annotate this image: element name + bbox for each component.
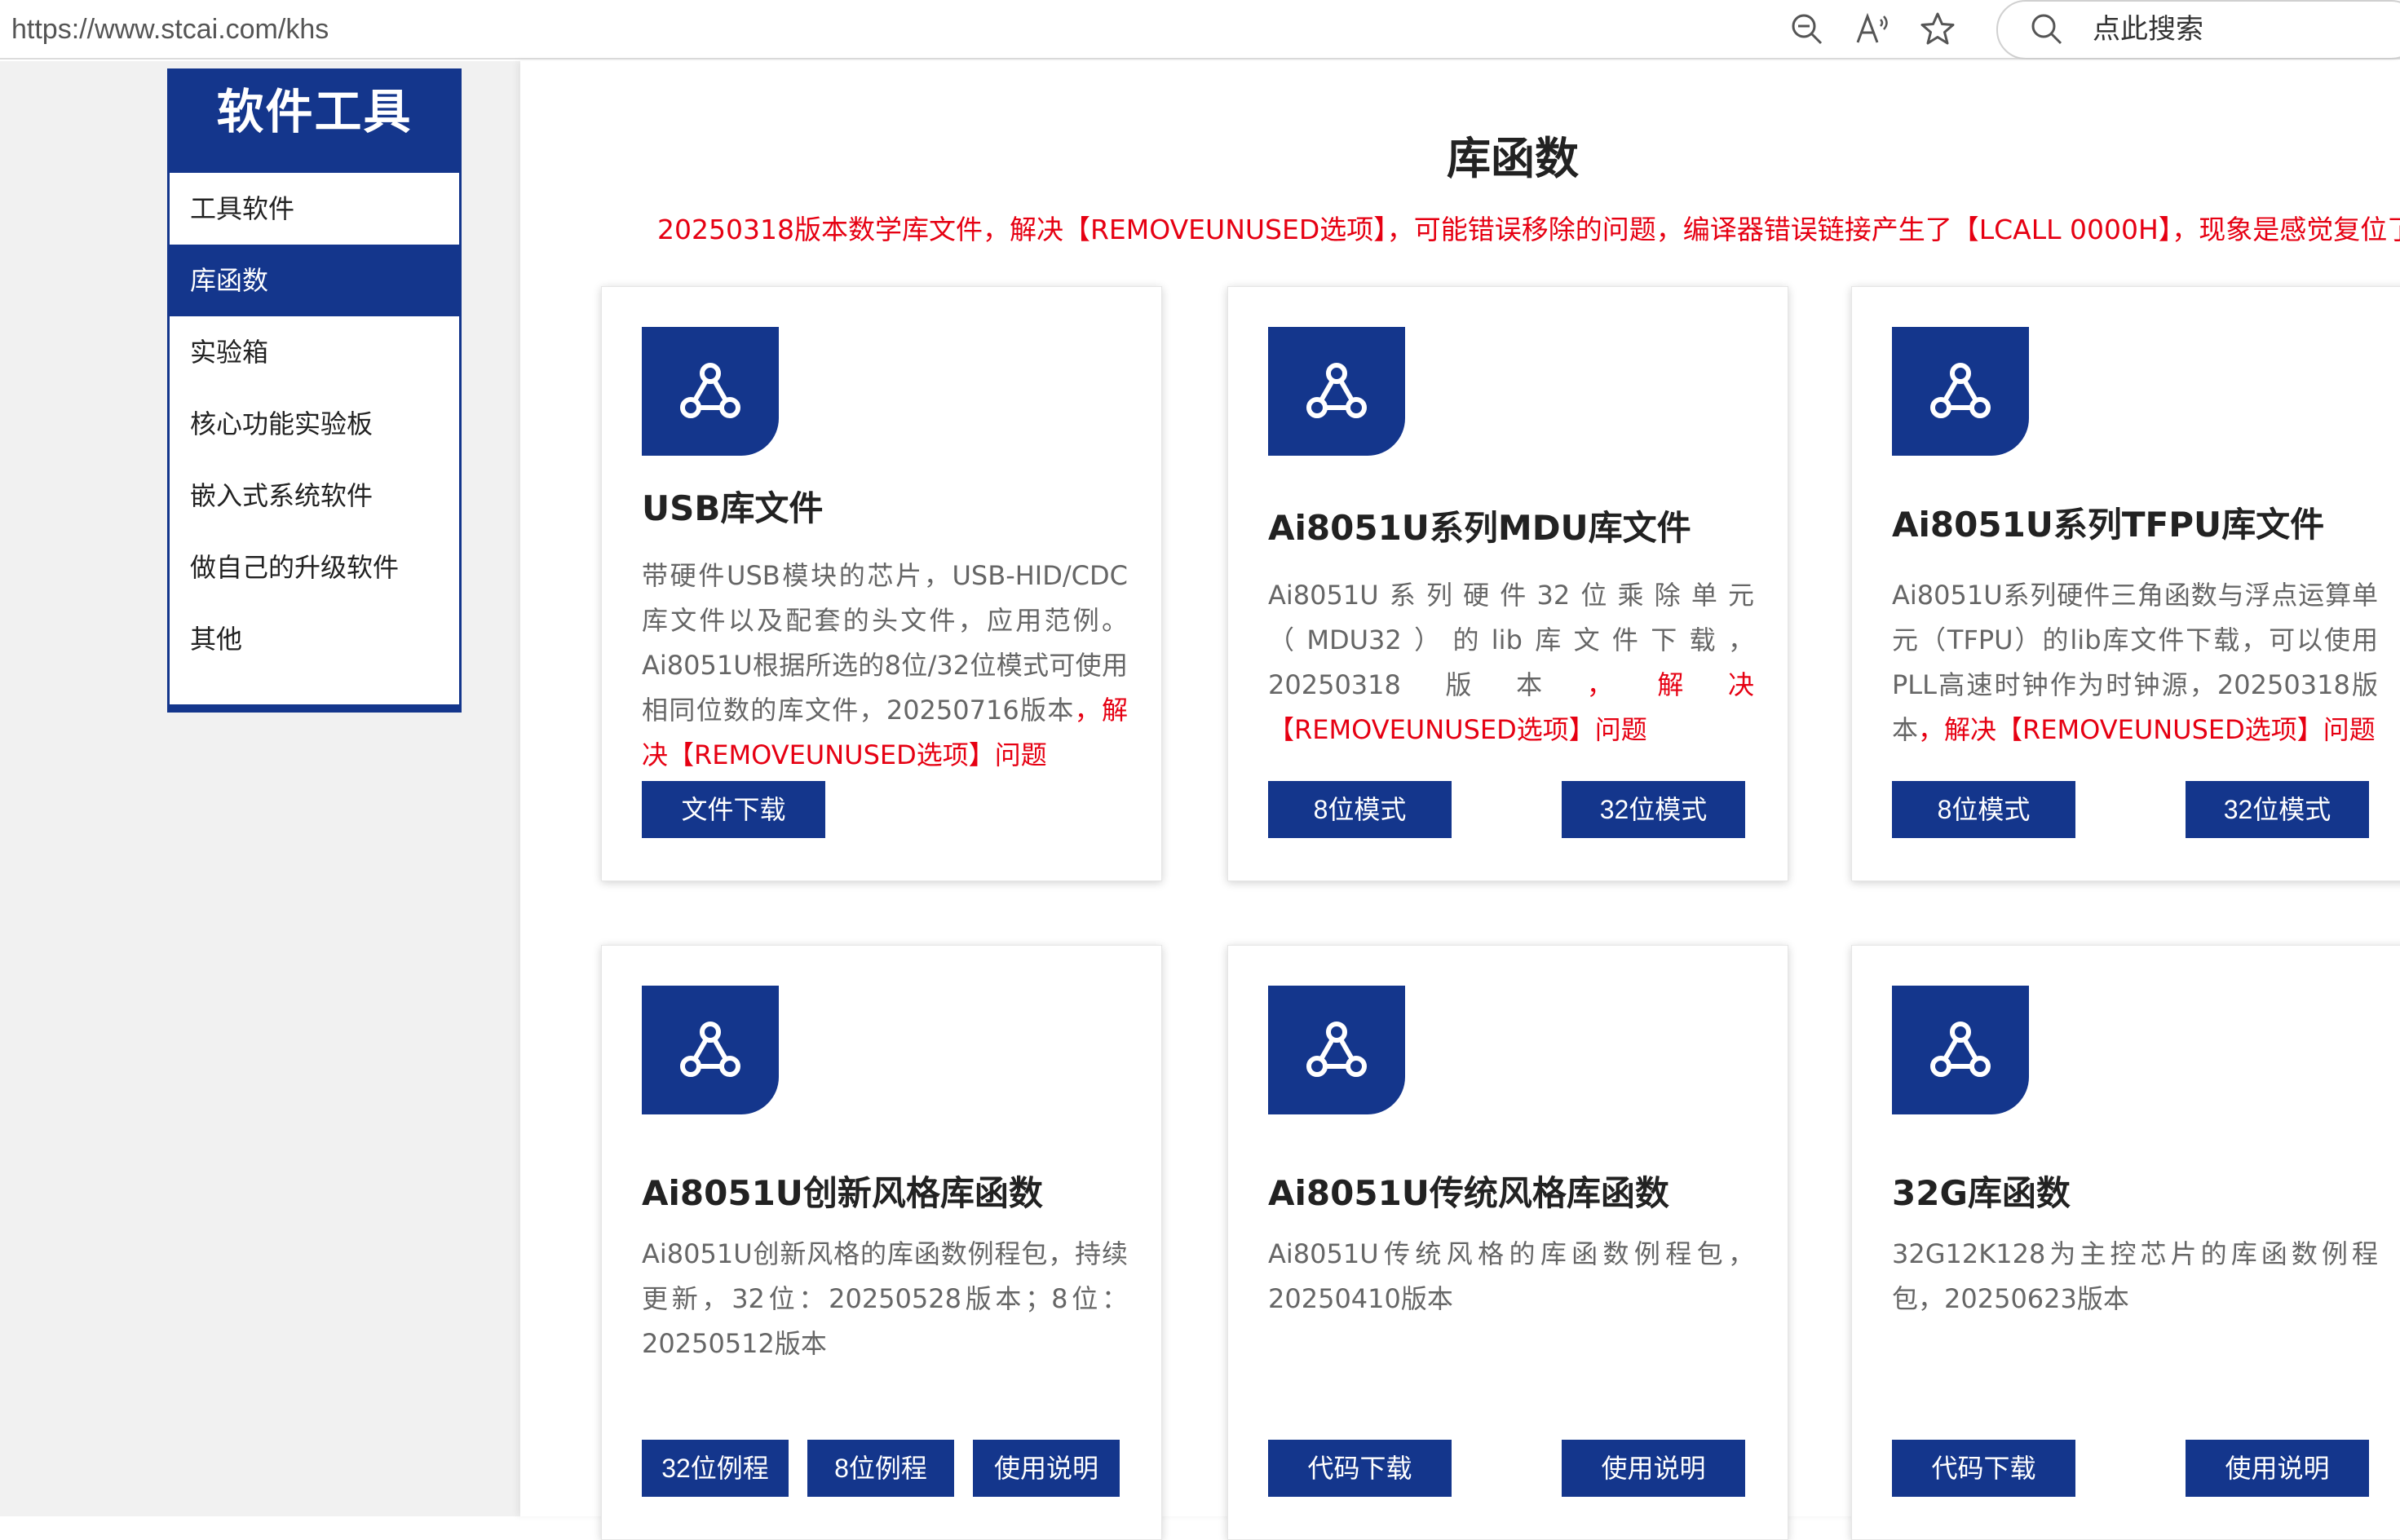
sidebar-item-embedded[interactable]: 嵌入式系统软件	[170, 460, 459, 532]
sidebar-item-upgrade[interactable]: 做自己的升级软件	[170, 532, 459, 603]
card-mdu-library: Ai8051U系列MDU库文件 Ai8051U系列硬件32位乘除单元（MDU32…	[1227, 286, 1788, 881]
card-title: 32G库函数	[1892, 1173, 2071, 1213]
sidebar-item-other[interactable]: 其他	[170, 603, 459, 675]
sidebar-item-core-board[interactable]: 核心功能实验板	[170, 388, 459, 460]
card-usb-library: USB库文件 带硬件USB模块的芯片，USB-HID/CDC库文件以及配套的头文…	[601, 286, 1162, 881]
8bit-examples-button[interactable]: 8位例程	[807, 1440, 954, 1497]
download-button[interactable]: 文件下载	[642, 781, 825, 838]
sidebar-item-lab-box[interactable]: 实验箱	[170, 316, 459, 388]
search-input[interactable]: 点此搜索	[2093, 8, 2203, 51]
card-title: USB库文件	[642, 488, 824, 528]
page-title: 库函数	[1447, 133, 1579, 184]
card-description: Ai8051U传统风格的库函数例程包，20250410版本	[1268, 1238, 1754, 1314]
card-description: Ai8051U系列硬件三角函数与浮点运算单元（TFPU）的lib库文件下载，可以…	[1892, 580, 2378, 745]
card-title: Ai8051U创新风格库函数	[642, 1173, 1043, 1213]
card-description: Ai8051U系列硬件32位乘除单元（MDU32）的lib库文件下载，20250…	[1268, 580, 1754, 745]
share-network-glyph	[1930, 363, 1991, 418]
share-network-icon	[642, 986, 779, 1114]
card-description: 带硬件USB模块的芯片，USB-HID/CDC库文件以及配套的头文件，应用范例。…	[642, 560, 1128, 770]
search-icon[interactable]	[2026, 8, 2068, 51]
address-bar[interactable]: https://www.stcai.com/khs	[11, 8, 329, 51]
32bit-mode-button[interactable]: 32位模式	[1562, 781, 1745, 838]
favorite-star-icon[interactable]	[1916, 8, 1959, 51]
32bit-examples-button[interactable]: 32位例程	[642, 1440, 789, 1497]
manual-button[interactable]: 使用说明	[1562, 1440, 1745, 1497]
code-download-button[interactable]: 代码下载	[1268, 1440, 1452, 1497]
notice-text: 20250318版本数学库文件，解决【REMOVEUNUSED选项】，可能错误移…	[657, 214, 2400, 245]
share-network-glyph	[1306, 363, 1367, 418]
card-tfpu-library: Ai8051U系列TFPU库文件 Ai8051U系列硬件三角函数与浮点运算单元（…	[1851, 286, 2400, 881]
card-innovative-library: Ai8051U创新风格库函数 Ai8051U创新风格的库函数例程包，持续更新，3…	[601, 945, 1162, 1540]
zoom-out-icon[interactable]	[1786, 8, 1828, 51]
card-traditional-library: Ai8051U传统风格库函数 Ai8051U传统风格的库函数例程包，202504…	[1227, 945, 1788, 1540]
manual-button[interactable]: 使用说明	[973, 1440, 1120, 1497]
share-network-glyph	[1306, 1022, 1367, 1077]
share-network-glyph	[680, 363, 740, 418]
browser-toolbar: https://www.stcai.com/khs 点此搜索	[0, 0, 2400, 60]
share-network-icon	[1892, 327, 2029, 456]
share-network-glyph	[1930, 1022, 1991, 1077]
card-title: Ai8051U系列TFPU库文件	[1892, 505, 2325, 545]
card-description: Ai8051U创新风格的库函数例程包，持续更新，32位：20250528版本；8…	[642, 1238, 1128, 1359]
8bit-mode-button[interactable]: 8位模式	[1892, 781, 2075, 838]
share-network-icon	[1268, 986, 1405, 1114]
card-title: Ai8051U系列MDU库文件	[1268, 508, 1691, 548]
code-download-button[interactable]: 代码下载	[1892, 1440, 2075, 1497]
share-network-glyph	[680, 1022, 740, 1077]
share-network-icon	[1268, 327, 1405, 456]
sidebar-item-library[interactable]: 库函数	[170, 245, 459, 316]
read-aloud-icon[interactable]	[1851, 8, 1894, 51]
share-network-icon	[642, 327, 779, 456]
8bit-mode-button[interactable]: 8位模式	[1268, 781, 1452, 838]
card-description: 32G12K128为主控芯片的库函数例程包，20250623版本	[1892, 1238, 2378, 1314]
card-title: Ai8051U传统风格库函数	[1268, 1173, 1669, 1213]
share-network-icon	[1892, 986, 2029, 1114]
manual-button[interactable]: 使用说明	[2186, 1440, 2369, 1497]
32bit-mode-button[interactable]: 32位模式	[2186, 781, 2369, 838]
card-32g-library: 32G库函数 32G12K128为主控芯片的库函数例程包，20250623版本 …	[1851, 945, 2400, 1540]
